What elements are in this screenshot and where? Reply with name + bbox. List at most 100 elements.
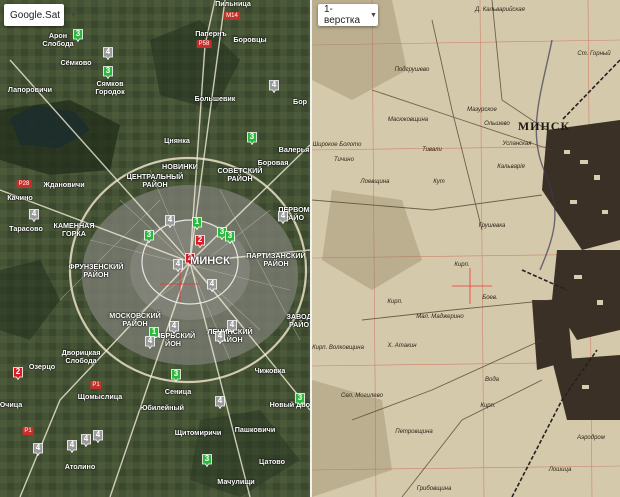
historical-place-label: Кирп. [480,403,496,409]
marker-number: 1 [194,217,200,226]
map-marker[interactable]: 2 [195,235,205,248]
historical-map-imagery [312,0,620,497]
map-marker[interactable]: 4 [173,259,183,272]
marker-number: 4 [217,331,223,340]
map-marker[interactable]: 3 [171,369,181,382]
road-shield: P1 [22,427,34,435]
marker-number: 4 [95,430,101,439]
place-label: Сёмково [60,58,92,67]
historical-place-label: Х. Атакин [387,343,417,349]
place-label: ЗАВОД РАЙО [286,312,310,329]
marker-number: 2 [197,235,203,244]
map-marker[interactable]: 4 [227,320,237,333]
place-label: Валерья [278,145,310,154]
marker-number: 4 [31,209,37,218]
marker-number: 3 [173,369,179,378]
historical-place-label: Грушевка [478,223,506,229]
place-label: Цатово [258,457,286,466]
historical-place-label: Кирп. [454,262,470,268]
map-marker[interactable]: 4 [207,279,217,292]
historical-place-label: Кирп. [387,299,403,305]
place-label: ФРУНЗЕНСКИЙ РАЙОН [68,262,124,279]
place-label: МОСКОВСКИЙ РАЙОН [109,311,161,328]
place-label: Пильница [215,0,251,8]
historical-place-label: Мазурское [467,107,497,113]
map-marker[interactable]: 2 [13,367,23,380]
place-label: Ждановичи [43,180,85,189]
historical-place-label: Широкое Болото [312,142,362,148]
place-label: Ючица [0,400,23,409]
place-label: КАМЕННАЯ ГОРКА [53,221,95,238]
layer-select-right-value: 1-верстка [324,4,361,26]
map-marker[interactable]: 4 [81,434,91,447]
road-shield: P1 [90,381,102,389]
place-label: Щитомиричи [174,428,222,437]
map-marker[interactable]: 4 [33,443,43,456]
map-marker[interactable]: 4 [215,331,225,344]
marker-number: 4 [280,211,286,220]
marker-number: 4 [229,320,235,329]
place-label: Лапоровичи [7,85,53,94]
marker-number: 3 [249,132,255,141]
historical-city-label: МИНСК [517,119,571,133]
marker-number: 4 [217,396,223,405]
place-label: Дворицкая Слобода [61,348,101,365]
map-marker[interactable]: 3 [202,454,212,467]
historical-map-pane[interactable]: Д. Кальварийская Подгрушево Ст. Горный Мазу… [312,0,620,497]
map-marker[interactable]: 3 [73,29,83,42]
layer-select-left[interactable]: Google.Sat ▼ [4,4,77,26]
marker-number: 3 [75,29,81,38]
marker-number: 3 [204,454,210,463]
map-marker[interactable]: 3 [103,66,113,79]
historical-place-label: Сел. Могилево [341,393,383,399]
satellite-imagery [0,0,310,497]
road-shield: M14 [224,12,240,20]
marker-number: 4 [83,434,89,443]
map-marker[interactable]: 4 [29,209,39,222]
marker-number: 4 [175,259,181,268]
marker-number: 4 [271,80,277,89]
map-marker[interactable]: 4 [145,336,155,349]
layer-select-right[interactable]: 1-верстка ▼ [318,4,378,26]
place-label: Цнянка [164,136,190,145]
map-marker[interactable]: 4 [103,47,113,60]
map-marker[interactable]: 3 [295,393,305,406]
place-label: Щомыслица [77,392,123,401]
satellite-map-pane[interactable]: Пильница Арон Слобода Папернъ Боровцы Сёмково… [0,0,310,497]
historical-place-label: Боев. [482,295,498,301]
marker-number: 4 [209,279,215,288]
map-marker[interactable]: 3 [247,132,257,145]
map-marker[interactable]: 3 [144,230,154,243]
historical-place-label: Д. Кальварийская [475,7,525,13]
place-label: Чижовка [254,366,286,375]
map-marker[interactable]: 1 [192,217,202,230]
historical-place-label: Петровщина [395,429,433,435]
place-label: Мачулищи [217,477,255,486]
map-marker[interactable]: 4 [215,396,225,409]
historical-place-label: Ст. Горный [577,51,611,57]
place-label: Папернъ [195,29,227,38]
road-shield: P58 [196,40,212,48]
marker-number: 4 [105,47,111,56]
marker-number: 3 [105,66,111,75]
marker-number: 3 [146,230,152,239]
map-marker[interactable]: 4 [165,215,175,228]
historical-place-label: Подгрушево [394,67,430,73]
map-marker[interactable]: 4 [93,430,103,443]
marker-number: 2 [15,367,21,376]
map-marker[interactable]: 4 [278,211,288,224]
historical-place-label: Аэродром [577,435,605,441]
map-marker[interactable]: 3 [225,231,235,244]
place-label: Качино [7,193,33,202]
city-label: МИНСК [190,255,230,267]
map-marker[interactable]: 4 [169,321,179,334]
map-marker[interactable]: 4 [269,80,279,93]
place-label: ПАРТИЗАНСКИЙ РАЙОН [246,251,306,268]
map-marker[interactable]: 4 [67,440,77,453]
place-label: НОВИНКИ [162,162,198,171]
historical-place-label: Кирп. Волковщина [312,345,364,351]
place-label: Сеница [164,387,192,396]
layer-select-left-value: Google.Sat [10,9,61,21]
place-label: Сямков Городок [95,79,125,96]
historical-place-label: Вода [485,377,499,383]
